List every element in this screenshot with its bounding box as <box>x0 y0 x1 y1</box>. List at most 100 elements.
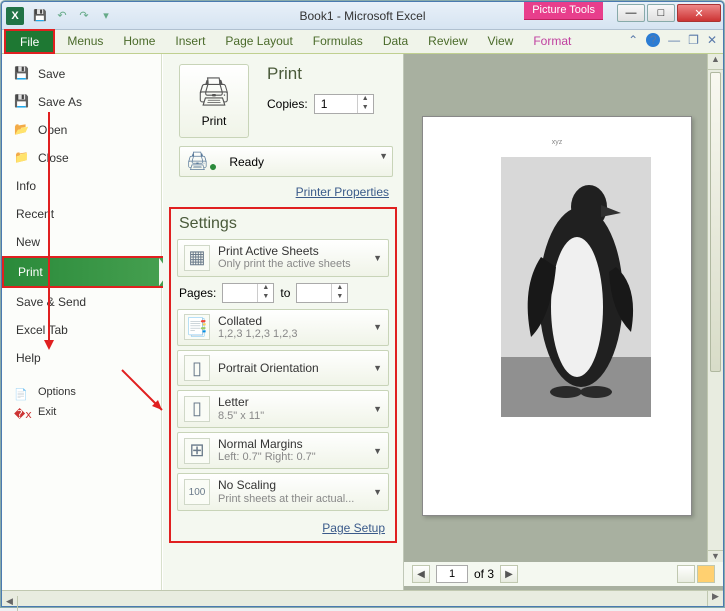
printer-selector[interactable]: 🖨 ● Ready ▼ <box>179 146 393 177</box>
nav-new[interactable]: New <box>2 228 161 256</box>
nav-save-send[interactable]: Save & Send <box>2 288 161 316</box>
copies-spinner[interactable]: 1 ▲▼ <box>314 94 374 114</box>
annotation-arrow-vertical <box>48 112 50 342</box>
setting-margins-label: Normal Margins <box>218 437 316 451</box>
scroll-up-icon[interactable]: ▲ <box>708 54 723 70</box>
print-button[interactable]: 🖨 Print <box>179 64 249 138</box>
paper-icon: ▯ <box>184 396 210 422</box>
app-window: X 💾 ↶ ↷ ▾ Book1 - Microsoft Excel Pictur… <box>1 1 724 607</box>
setting-margins[interactable]: ⊞ Normal Margins Left: 0.7" Right: 0.7" … <box>177 432 389 470</box>
close-button[interactable]: ✕ <box>677 4 721 22</box>
tab-data[interactable]: Data <box>373 30 418 53</box>
zoom-margins-button[interactable] <box>697 565 715 583</box>
nav-close[interactable]: 📁Close <box>2 144 161 172</box>
tab-insert[interactable]: Insert <box>165 30 215 53</box>
nav-exit-label: Exit <box>38 406 56 418</box>
redo-icon[interactable]: ↷ <box>76 8 92 24</box>
chevron-down-icon: ▼ <box>373 363 382 373</box>
nav-help[interactable]: Help <box>2 344 161 372</box>
tab-menus[interactable]: Menus <box>57 30 113 53</box>
qat-dropdown-icon[interactable]: ▾ <box>98 8 114 24</box>
tab-page-layout[interactable]: Page Layout <box>215 30 302 53</box>
scroll-right-icon[interactable]: ▶ <box>707 591 723 606</box>
print-preview-pane: ▲ ▼ xyz <box>403 54 723 592</box>
nav-recent[interactable]: Recent <box>2 200 161 228</box>
nav-save-as[interactable]: 💾Save As <box>2 88 161 116</box>
setting-paper-sub: 8.5" x 11" <box>218 410 264 423</box>
page-number-input[interactable] <box>436 565 468 583</box>
pages-label: Pages: <box>179 286 216 300</box>
ready-check-icon: ● <box>209 158 217 174</box>
prev-page-button[interactable]: ◀ <box>412 565 430 583</box>
nav-excel-tab[interactable]: Excel Tab <box>2 316 161 344</box>
setting-collated[interactable]: 📑 Collated 1,2,3 1,2,3 1,2,3 ▼ <box>177 309 389 347</box>
window-title: Book1 - Microsoft Excel <box>299 9 425 23</box>
tab-file[interactable]: File <box>4 29 55 54</box>
nav-save[interactable]: 💾 Save <box>2 60 161 88</box>
setting-paper[interactable]: ▯ Letter 8.5" x 11" ▼ <box>177 390 389 428</box>
preview-watermark: xyz <box>552 139 563 146</box>
chevron-down-icon: ▼ <box>373 322 382 332</box>
preview-image <box>501 157 651 417</box>
printer-properties-link[interactable]: Printer Properties <box>296 185 389 199</box>
open-icon: 📂 <box>14 122 30 138</box>
setting-orientation-label: Portrait Orientation <box>218 361 319 375</box>
setting-orientation[interactable]: ▯ Portrait Orientation ▼ <box>177 350 389 386</box>
setting-print-area-sub: Only print the active sheets <box>218 258 351 271</box>
tab-review[interactable]: Review <box>418 30 477 53</box>
nav-open[interactable]: 📂 Open <box>2 116 161 144</box>
picture-tools-tab[interactable]: Picture Tools <box>524 2 603 20</box>
penguin-icon <box>501 157 651 417</box>
setting-scaling[interactable]: 100 No Scaling Print sheets at their act… <box>177 473 389 511</box>
nav-save-label: Save <box>38 67 65 81</box>
vertical-scrollbar[interactable]: ▲ ▼ <box>707 54 723 566</box>
nav-print[interactable]: Print <box>2 256 169 288</box>
chevron-down-icon: ▼ <box>373 446 382 456</box>
subwin-restore-icon[interactable]: ❐ <box>688 33 699 47</box>
tab-formulas[interactable]: Formulas <box>303 30 373 53</box>
nav-save-as-label: Save As <box>38 95 82 109</box>
pages-range-row: Pages: ▲▼ to ▲▼ <box>177 281 389 309</box>
titlebar: X 💾 ↶ ↷ ▾ Book1 - Microsoft Excel Pictur… <box>2 2 723 30</box>
chevron-down-icon: ▼ <box>373 487 382 497</box>
excel-icon: X <box>6 7 24 25</box>
minimize-button[interactable]: — <box>617 4 645 22</box>
copies-label: Copies: <box>267 97 308 111</box>
subwin-min-icon[interactable]: — <box>668 33 680 47</box>
save-icon[interactable]: 💾 <box>32 8 48 24</box>
printer-status: Ready <box>229 155 264 169</box>
maximize-button[interactable]: □ <box>647 4 675 22</box>
setting-collated-label: Collated <box>218 314 298 328</box>
spinner-up-icon[interactable]: ▲ <box>358 95 373 104</box>
tab-home[interactable]: Home <box>113 30 165 53</box>
spinner-down-icon[interactable]: ▼ <box>358 104 373 113</box>
setting-print-area[interactable]: ▦ Print Active Sheets Only print the act… <box>177 239 389 277</box>
pages-to-spinner[interactable]: ▲▼ <box>296 283 348 303</box>
settings-section: Settings ▦ Print Active Sheets Only prin… <box>169 207 397 543</box>
pages-from-spinner[interactable]: ▲▼ <box>222 283 274 303</box>
ribbon-minimize-icon[interactable]: ⌃ <box>628 33 638 47</box>
horizontal-scrollbar[interactable]: ◀ ▶ <box>2 590 723 606</box>
help-icon[interactable]: ? <box>646 33 660 47</box>
tab-view[interactable]: View <box>478 30 524 53</box>
setting-margins-sub: Left: 0.7" Right: 0.7" <box>218 451 316 464</box>
copies-value: 1 <box>321 97 328 111</box>
page-setup-link[interactable]: Page Setup <box>322 521 385 535</box>
scaling-icon: 100 <box>184 479 210 505</box>
pages-to-label: to <box>280 286 290 300</box>
chevron-down-icon: ▼ <box>373 404 382 414</box>
zoom-page-button[interactable] <box>677 565 695 583</box>
undo-icon[interactable]: ↶ <box>54 8 70 24</box>
tab-format[interactable]: Format <box>523 30 581 53</box>
subwin-close-icon[interactable]: ✕ <box>707 33 717 47</box>
print-button-label: Print <box>202 114 227 128</box>
scroll-left-icon[interactable]: ◀ <box>2 596 18 611</box>
save-icon: 💾 <box>14 66 30 82</box>
next-page-button[interactable]: ▶ <box>500 565 518 583</box>
settings-title: Settings <box>179 215 389 233</box>
nav-info[interactable]: Info <box>2 172 161 200</box>
nav-open-label: Open <box>38 123 67 137</box>
scrollbar-thumb[interactable] <box>710 72 721 372</box>
print-panel: 🖨 Print Print Copies: 1 ▲▼ 🖨 ● <box>163 54 403 592</box>
backstage-body: 💾Save 💾Save As 📂Open 📁Close Info Recent … <box>2 54 723 592</box>
